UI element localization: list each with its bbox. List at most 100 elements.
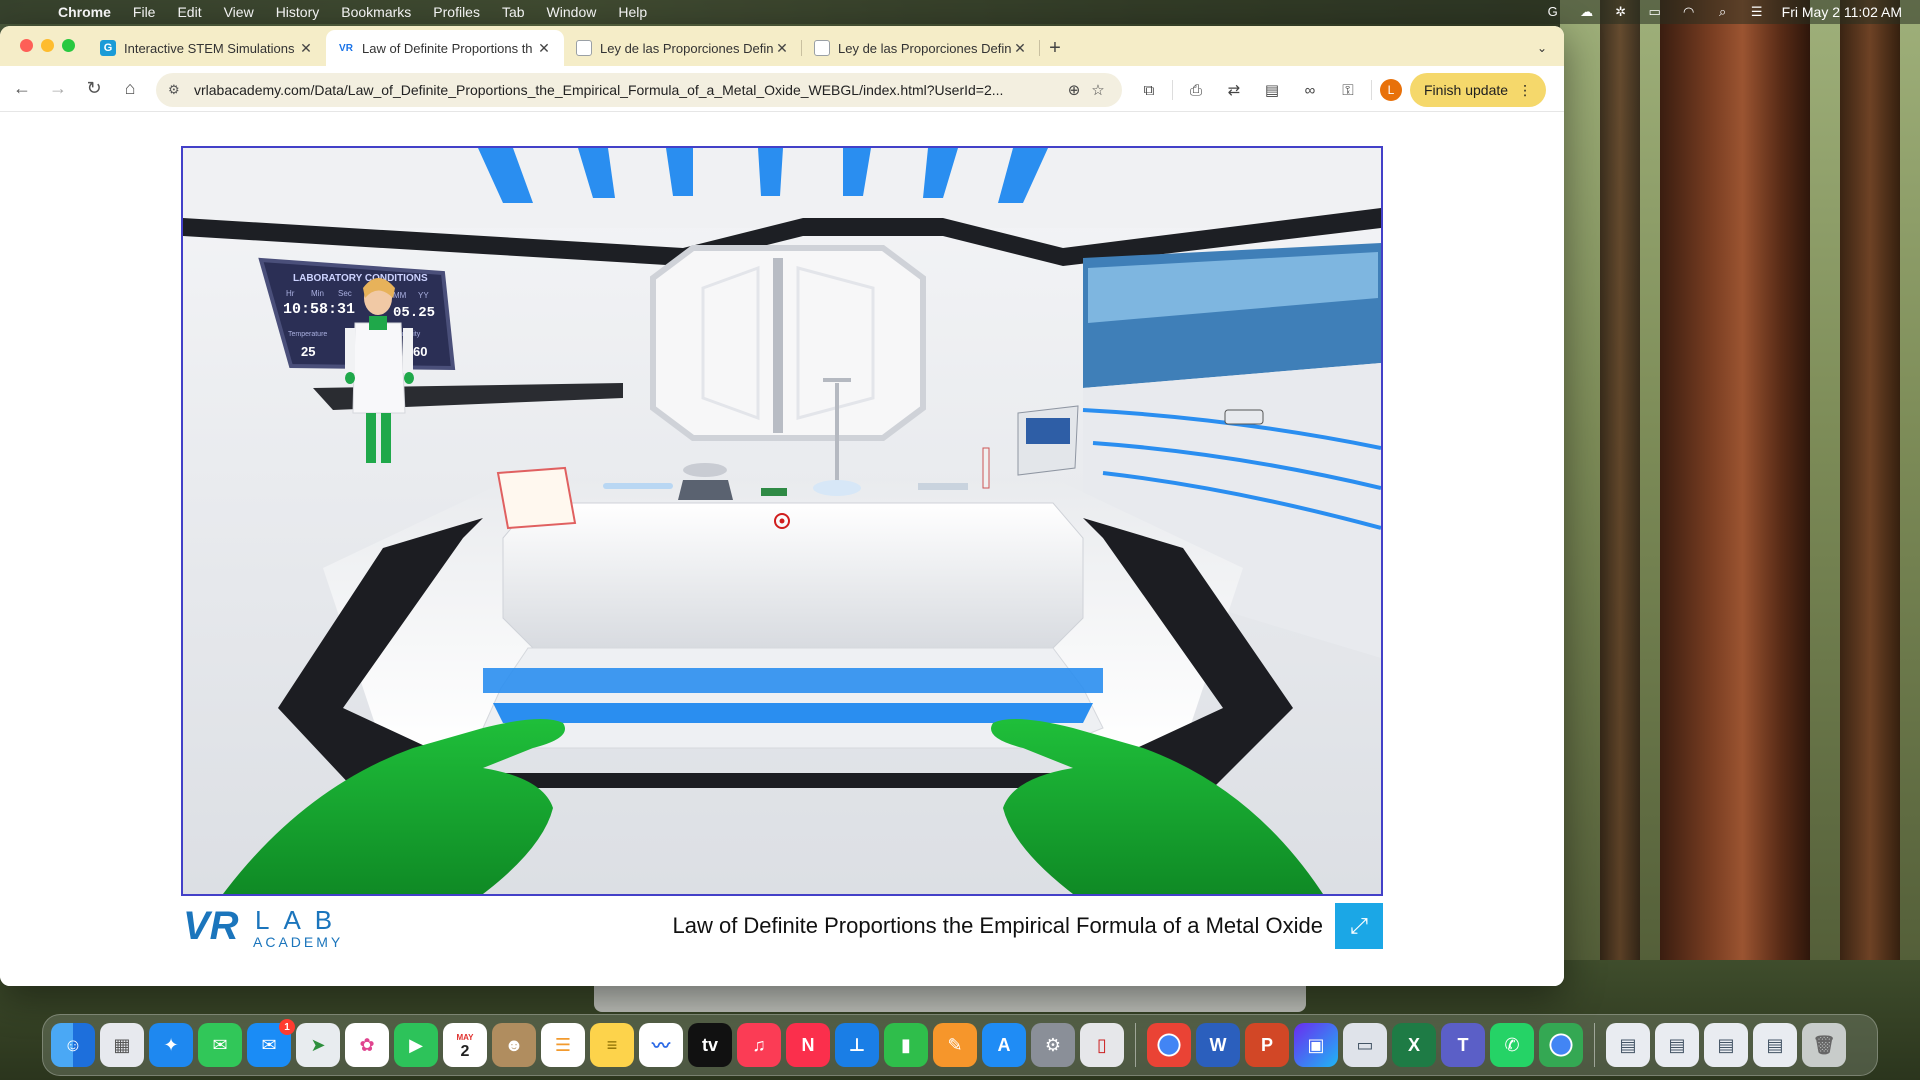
dock-chrome-icon[interactable] [1147,1023,1191,1067]
label-temperature: Temperature [288,331,327,338]
menu-bar: Chrome File Edit View History Bookmarks … [0,0,1920,24]
menu-tab[interactable]: Tab [502,4,525,20]
dock-preview-icon[interactable]: ▭ [1343,1023,1387,1067]
print-icon[interactable]: ⎙ [1181,75,1211,105]
close-tab-icon[interactable]: ✕ [1012,40,1028,57]
tab-ley-proporciones-1[interactable]: Ley de las Proporciones Defin ✕ [564,30,802,66]
dock-whatsapp-icon[interactable]: ✆ [1490,1023,1534,1067]
tab-search-chevron-icon[interactable]: ⌄ [1530,36,1554,60]
dock-pages-icon[interactable]: ✎ [933,1023,977,1067]
window-controls [20,39,75,52]
dock-finder-icon[interactable]: ☺ [51,1023,95,1067]
zoom-icon[interactable]: ⊕ [1062,81,1086,99]
calendar-day: 2 [460,1043,470,1060]
dock-music-icon[interactable]: ♫ [737,1023,781,1067]
webgl-lab-viewport[interactable]: LABORATORY CONDITIONS Hr Min Sec MM YY 1… [181,146,1383,896]
dock-messages-icon[interactable]: ✉ [198,1023,242,1067]
dock-keynote-icon[interactable]: ⊥ [835,1023,879,1067]
address-bar[interactable]: ⚙ vrlabacademy.com/Data/Law_of_Definite_… [156,73,1122,107]
dock-system-settings-icon[interactable]: ⚙ [1031,1023,1075,1067]
dock-iphone-mirroring-icon[interactable]: ▯ [1080,1023,1124,1067]
minimize-window-button[interactable] [41,39,54,52]
menu-bookmarks[interactable]: Bookmarks [341,4,411,20]
wall-switch[interactable] [1224,409,1264,425]
spotlight-search-icon[interactable]: ⌕ [1714,5,1732,19]
dock: ☺ ▦ ✦ ✉ ✉ 1 ➤ ✿ ▶ MAY 2 ☻ ☰ ≡ 〰 tv ♫ N ⊥ … [42,1014,1878,1076]
reading-mode-icon[interactable]: ▤ [1257,75,1287,105]
control-center-icon[interactable]: ☰ [1748,5,1766,19]
menu-window[interactable]: Window [547,4,597,20]
link-icon[interactable]: ∞ [1295,75,1325,105]
wifi-icon[interactable]: ◠ [1680,5,1698,19]
dock-contacts-icon[interactable]: ☻ [492,1023,536,1067]
fullscreen-window-button[interactable] [62,39,75,52]
dock-calendar-icon[interactable]: MAY 2 [443,1023,487,1067]
dock-photos-icon[interactable]: ✿ [345,1023,389,1067]
grammarly-icon[interactable]: G [1544,5,1562,19]
close-window-button[interactable] [20,39,33,52]
site-info-icon[interactable]: ⚙ [168,82,184,98]
dock-appletv-icon[interactable]: tv [688,1023,732,1067]
address-url[interactable]: vrlabacademy.com/Data/Law_of_Definite_Pr… [194,82,1062,98]
dock-trash-icon[interactable]: 🗑 [1802,1023,1846,1067]
menubar-datetime[interactable]: Fri May 2 11:02 AM [1782,4,1902,20]
cloud-icon[interactable]: ☁ [1578,5,1596,19]
home-icon[interactable]: ⌂ [112,73,148,105]
tab-interactive-stem[interactable]: G Interactive STEM Simulations ✕ [88,30,326,66]
dock-excel-icon[interactable]: X [1392,1023,1436,1067]
new-tab-button[interactable]: + [1040,30,1070,66]
menu-view[interactable]: View [224,4,254,20]
dock-minimized-window-3[interactable]: ▤ [1704,1023,1748,1067]
fullscreen-expand-button[interactable]: ⤢ [1335,903,1383,949]
dock-word-icon[interactable]: W [1196,1023,1240,1067]
vrlab-academy-logo[interactable]: VR LAB ACADEMY [183,903,373,951]
close-tab-icon[interactable]: ✕ [298,40,314,57]
dock-facetime-icon[interactable]: ▶ [394,1023,438,1067]
dock-maps-icon[interactable]: ➤ [296,1023,340,1067]
bookmark-star-icon[interactable]: ☆ [1086,81,1110,99]
dock-numbers-icon[interactable]: ▮ [884,1023,928,1067]
tab-ley-proporciones-2[interactable]: Ley de las Proporciones Defin ✕ [802,30,1040,66]
forward-arrow-icon[interactable]: → [40,73,76,105]
dock-mail-icon[interactable]: ✉ 1 [247,1019,295,1067]
profile-avatar[interactable]: L [1380,79,1402,101]
dock-teams-icon[interactable]: T [1441,1023,1485,1067]
dock-suite-icon[interactable]: ▣ [1294,1023,1338,1067]
kebab-menu-icon[interactable]: ⋮ [1518,82,1532,99]
close-tab-icon[interactable]: ✕ [774,40,790,57]
dock-notes-icon[interactable]: ≡ [590,1023,634,1067]
mail-badge: 1 [279,1019,295,1035]
logo-lab: LAB [255,905,346,935]
dock-powerpoint-icon[interactable]: P [1245,1023,1289,1067]
close-tab-icon[interactable]: ✕ [536,40,552,57]
tab-law-of-definite-proportions[interactable]: VR Law of Definite Proportions th ✕ [326,30,564,66]
dock-safari-icon[interactable]: ✦ [149,1023,193,1067]
dock-minimized-window-2[interactable]: ▤ [1655,1023,1699,1067]
dock-minimized-window-4[interactable]: ▤ [1753,1023,1797,1067]
dock-minimized-window-1[interactable]: ▤ [1606,1023,1650,1067]
stem-favicon-icon: G [100,40,116,56]
battery-icon[interactable]: ▭ [1646,5,1664,19]
menu-help[interactable]: Help [618,4,647,20]
dock-news-icon[interactable]: N [786,1023,830,1067]
extensions-puzzle-icon[interactable]: ⧉ [1134,75,1164,105]
extensions-status-icon[interactable]: ✲ [1612,5,1630,19]
dock-chrome-profile-icon[interactable] [1539,1023,1583,1067]
password-key-icon[interactable]: ⚿ [1333,75,1363,105]
finish-update-button[interactable]: Finish update ⋮ [1410,73,1547,107]
dock-freeform-icon[interactable]: 〰 [639,1023,683,1067]
menu-file[interactable]: File [133,4,156,20]
menu-history[interactable]: History [276,4,320,20]
translate-icon[interactable]: ⇄ [1219,75,1249,105]
menu-edit[interactable]: Edit [177,4,201,20]
menu-profiles[interactable]: Profiles [433,4,480,20]
lab-bench[interactable] [482,502,1104,749]
menu-app-name[interactable]: Chrome [58,4,111,20]
back-arrow-icon[interactable]: ← [4,73,40,105]
label-hr: Hr [286,289,295,298]
reload-icon[interactable]: ↻ [76,73,112,105]
dock-launchpad-icon[interactable]: ▦ [100,1023,144,1067]
dock-reminders-icon[interactable]: ☰ [541,1023,585,1067]
lab-scene[interactable]: LABORATORY CONDITIONS Hr Min Sec MM YY 1… [183,148,1381,894]
dock-appstore-icon[interactable]: A [982,1023,1026,1067]
